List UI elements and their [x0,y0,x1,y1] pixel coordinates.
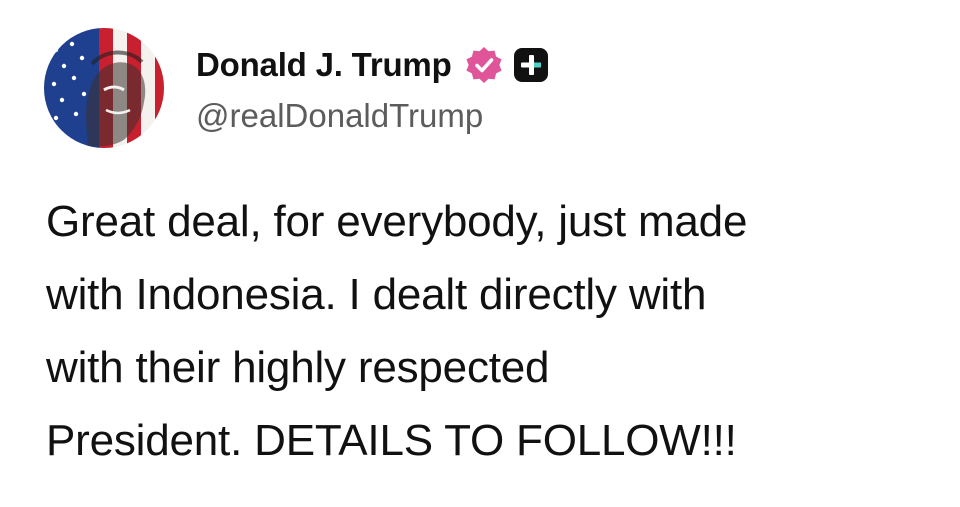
author-display-name[interactable]: Donald J. Trump [196,46,452,84]
post-text-line: with their highly respected [46,343,550,392]
verified-badge-icon [464,45,504,85]
author-handle[interactable]: @realDonaldTrump [196,97,548,135]
author-name-row: Donald J. Trump [196,41,548,89]
avatar-image [44,28,164,148]
avatar[interactable] [44,28,164,148]
plus-badge-icon[interactable] [513,48,548,82]
post-card: Donald J. Trump @realDonaldTrump Great d… [0,0,960,507]
post-text-line: with Indonesia. I dealt directly with [46,270,707,319]
post-text-line: Great deal, for everybody, just made [46,197,748,246]
post-text-line: President. DETAILS TO FOLLOW!!! [46,416,737,465]
author-identity: Donald J. Trump @realDonaldTrump [196,41,548,135]
post-text: Great deal, for everybody, just made wit… [46,185,936,477]
post-header: Donald J. Trump @realDonaldTrump [44,28,548,148]
